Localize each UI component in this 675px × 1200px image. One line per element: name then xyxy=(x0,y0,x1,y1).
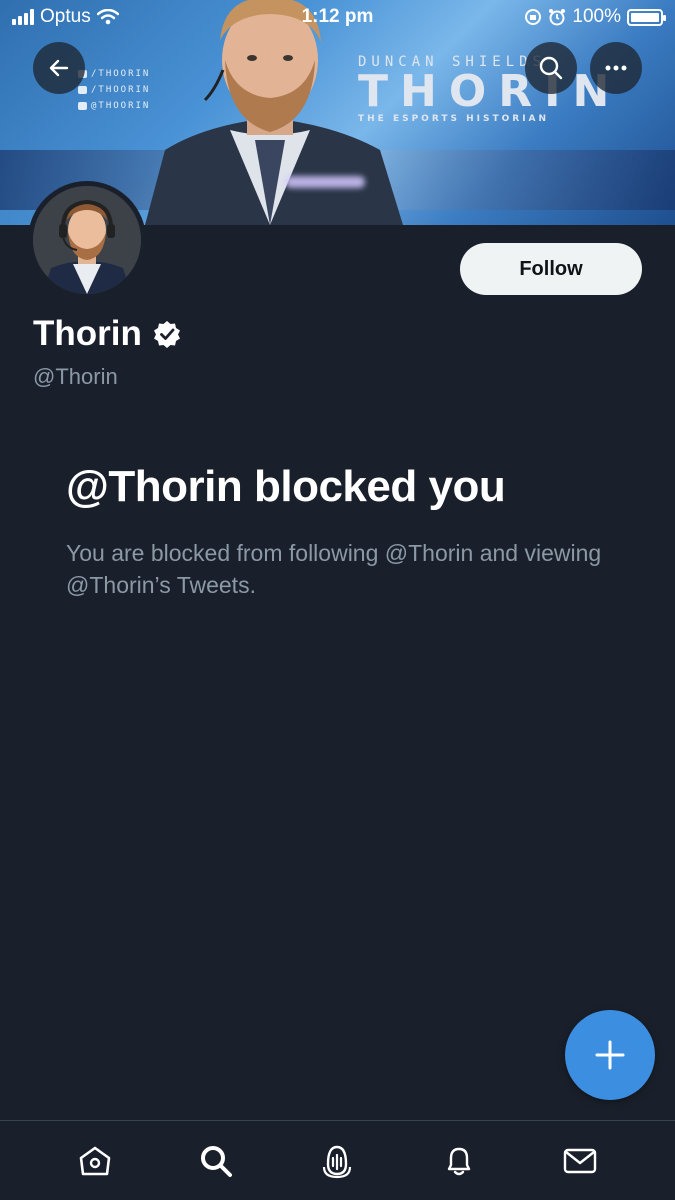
banner-glow xyxy=(285,176,365,188)
blocked-title: @Thorin blocked you xyxy=(66,462,506,511)
search-icon xyxy=(201,1145,233,1177)
profile-handle: @Thorin xyxy=(33,364,118,389)
tab-notifications[interactable] xyxy=(429,1131,489,1191)
orientation-lock-icon xyxy=(525,9,542,25)
signal-icon xyxy=(12,9,34,25)
alarm-icon xyxy=(549,9,566,26)
carrier-label: Optus xyxy=(40,6,91,27)
follow-button[interactable]: Follow xyxy=(460,243,642,295)
profile-name: Thorin xyxy=(33,314,142,353)
home-icon xyxy=(79,1146,110,1175)
more-options-button[interactable] xyxy=(590,42,642,94)
battery-percent: 100% xyxy=(572,6,621,27)
profile-name-row: Thorin xyxy=(33,314,182,354)
tab-home[interactable] xyxy=(65,1131,125,1191)
bottom-tab-bar xyxy=(0,1120,675,1200)
more-dots-icon xyxy=(605,65,627,71)
banner-socials: /THOORIN /THOORIN @THOORIN xyxy=(78,66,150,114)
mail-icon xyxy=(564,1148,597,1173)
profile-avatar[interactable] xyxy=(28,181,146,299)
spaces-icon xyxy=(323,1145,352,1178)
tab-spaces[interactable] xyxy=(307,1131,367,1191)
avatar-illustration xyxy=(33,186,141,294)
verified-badge-icon xyxy=(153,321,180,348)
search-icon xyxy=(539,56,563,80)
back-arrow-icon xyxy=(49,59,69,77)
search-button[interactable] xyxy=(525,42,577,94)
blocked-message: You are blocked from following @Thorin a… xyxy=(66,540,602,598)
battery-icon xyxy=(627,8,666,26)
wifi-icon xyxy=(96,9,119,25)
compose-tweet-button[interactable] xyxy=(565,1010,655,1100)
tab-messages[interactable] xyxy=(550,1131,610,1191)
plus-icon xyxy=(595,1040,625,1070)
tab-search[interactable] xyxy=(186,1131,246,1191)
back-button[interactable] xyxy=(33,42,85,94)
bell-icon xyxy=(447,1147,471,1175)
status-bar: Optus 1:12 pm 100% xyxy=(0,0,675,34)
